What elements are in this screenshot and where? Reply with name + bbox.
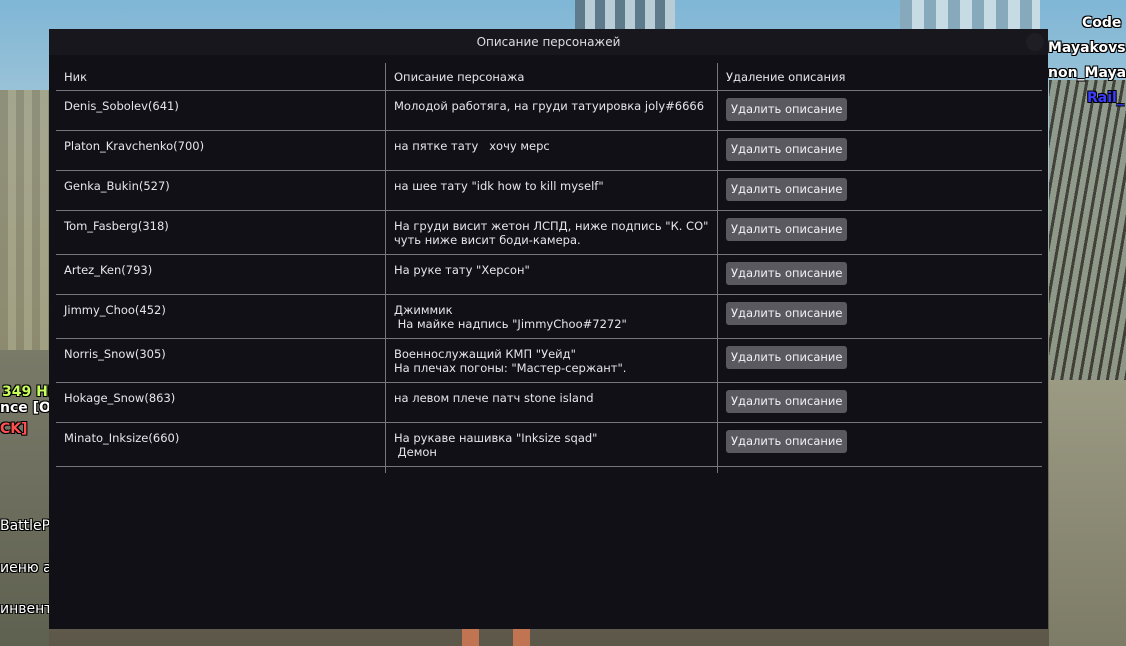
nick-cell: Jimmy_Choo(452) (56, 294, 386, 339)
table-row: Minato_Inksize(660) На рукаве нашивка "I… (56, 422, 1042, 467)
nick-text: Denis_Sobolev(641) (64, 99, 179, 113)
delete-cell: Удалить описание (717, 422, 1042, 467)
description-text: Военнослужащий КМП "Уейд" На плечах пого… (394, 347, 627, 375)
description-text: на пятке тату хочу мерс (394, 139, 550, 153)
description-cell: Молодой работяга, на груди татуировка jo… (385, 90, 718, 131)
table-tail (56, 466, 1042, 474)
description-text: На груди висит жетон ЛСПД, ниже подпись … (394, 219, 709, 247)
nick-cell: Platon_Kravchenko(700) (56, 130, 386, 171)
column-header-delete: Удаление описания (717, 63, 1042, 91)
background-trees (1049, 80, 1126, 380)
delete-description-button[interactable]: Удалить описание (726, 430, 848, 453)
table-row: Norris_Snow(305) Военнослужащий КМП "Уей… (56, 338, 1042, 383)
table-row: Hokage_Snow(863) на левом плече патч sto… (56, 382, 1042, 423)
table-header-row: Ник Описание персонажа Удаление описания (56, 63, 1042, 91)
nick-cell: Minato_Inksize(660) (56, 422, 386, 467)
nick-text: Genka_Bukin(527) (64, 179, 170, 193)
background-ground-right (1049, 380, 1126, 646)
table-row: Denis_Sobolev(641) Молодой работяга, на … (56, 90, 1042, 131)
nick-text: Platon_Kravchenko(700) (64, 139, 205, 153)
player-character-feet (462, 629, 547, 646)
table-row: Platon_Kravchenko(700) на пятке тату хоч… (56, 130, 1042, 171)
tail-cell (717, 466, 1042, 473)
nick-cell: Tom_Fasberg(318) (56, 210, 386, 255)
nick-cell: Norris_Snow(305) (56, 338, 386, 383)
hud-nick-2: Mayakovs (1048, 40, 1126, 56)
character-descriptions-window: Описание персонажей Ник Описание персона… (49, 29, 1048, 629)
description-text: На рукаве нашивка "Inksize sqad" Демон (394, 431, 598, 459)
column-header-nick: Ник (56, 63, 386, 91)
window-title: Описание персонажей (49, 29, 1048, 55)
tail-cell (56, 467, 386, 474)
hud-line-2: CK] (0, 421, 28, 437)
close-button[interactable] (1026, 33, 1044, 51)
table-row: Artez_Ken(793) На руке тату "Херсон" Уда… (56, 254, 1042, 295)
nick-cell: Artez_Ken(793) (56, 254, 386, 295)
background-tower (575, 0, 675, 30)
description-text: Джиммик На майке надпись "JimmyChoo#7272… (394, 303, 627, 331)
nick-text: Norris_Snow(305) (64, 347, 166, 361)
nick-text: Hokage_Snow(863) (64, 391, 176, 405)
description-text: на левом плече патч stone island (394, 391, 594, 405)
description-cell: На груди висит жетон ЛСПД, ниже подпись … (385, 210, 718, 255)
delete-description-button[interactable]: Удалить описание (726, 98, 848, 121)
description-cell: Джиммик На майке надпись "JimmyChoo#7272… (385, 294, 718, 339)
delete-description-button[interactable]: Удалить описание (726, 138, 848, 161)
description-cell: на левом плече патч stone island (385, 382, 718, 423)
table-row: Genka_Bukin(527) на шее тату "idk how to… (56, 170, 1042, 211)
tail-cell (385, 466, 718, 473)
hud-nick-1: Code (1082, 15, 1122, 31)
description-cell: Военнослужащий КМП "Уейд" На плечах пого… (385, 338, 718, 383)
delete-cell: Удалить описание (717, 90, 1042, 131)
delete-cell: Удалить описание (717, 170, 1042, 211)
nick-text: Artez_Ken(793) (64, 263, 153, 277)
nick-text: Tom_Fasberg(318) (64, 219, 169, 233)
hud-line-1: nce [Ol (0, 400, 56, 416)
nick-text: Jimmy_Choo(452) (64, 303, 166, 317)
background-skyscraper (900, 0, 1040, 30)
description-cell: На руке тату "Херсон" (385, 254, 718, 295)
hud-nick-4: Rail_ (1087, 90, 1124, 106)
nick-cell: Denis_Sobolev(641) (56, 90, 386, 131)
delete-description-button[interactable]: Удалить описание (726, 218, 848, 241)
nick-cell: Genka_Bukin(527) (56, 170, 386, 211)
description-text: на шее тату "idk how to kill myself" (394, 179, 604, 193)
delete-cell: Удалить описание (717, 294, 1042, 339)
table-row: Tom_Fasberg(318) На груди висит жетон ЛС… (56, 210, 1042, 255)
descriptions-table: Ник Описание персонажа Удаление описания… (56, 63, 1042, 473)
delete-description-button[interactable]: Удалить описание (726, 178, 848, 201)
delete-cell: Удалить описание (717, 254, 1042, 295)
delete-cell: Удалить описание (717, 130, 1042, 171)
description-cell: на пятке тату хочу мерс (385, 130, 718, 171)
column-header-description: Описание персонажа (385, 63, 718, 91)
delete-description-button[interactable]: Удалить описание (726, 262, 848, 285)
hud-nick-3: non_Maya (1048, 65, 1126, 81)
description-text: На руке тату "Херсон" (394, 263, 530, 277)
delete-description-button[interactable]: Удалить описание (726, 302, 848, 325)
description-text: Молодой работяга, на груди татуировка jo… (394, 99, 705, 113)
delete-cell: Удалить описание (717, 382, 1042, 423)
delete-description-button[interactable]: Удалить описание (726, 390, 848, 413)
nick-text: Minato_Inksize(660) (64, 431, 180, 445)
delete-cell: Удалить описание (717, 210, 1042, 255)
description-cell: на шее тату "idk how to kill myself" (385, 170, 718, 211)
description-cell: На рукаве нашивка "Inksize sqad" Демон (385, 422, 718, 467)
nick-cell: Hokage_Snow(863) (56, 382, 386, 423)
delete-description-button[interactable]: Удалить описание (726, 346, 848, 369)
table-row: Jimmy_Choo(452) Джиммик На майке надпись… (56, 294, 1042, 339)
delete-cell: Удалить описание (717, 338, 1042, 383)
